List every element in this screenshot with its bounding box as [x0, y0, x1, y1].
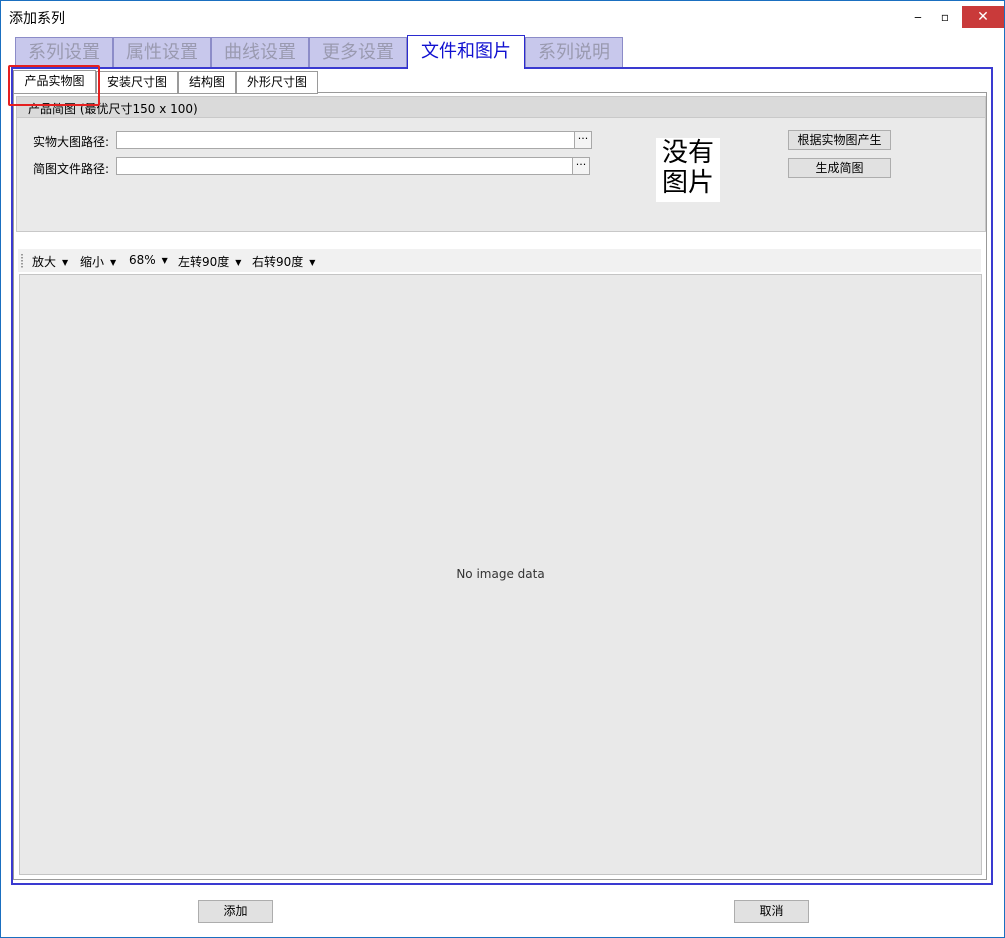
generate-from-photo-button[interactable]: 根据实物图产生 [788, 130, 891, 150]
toolbar-grip[interactable] [21, 254, 23, 268]
zoom-out-button[interactable]: 缩小 ▼ [80, 253, 116, 270]
maximize-icon[interactable]: ▫ [925, 6, 965, 28]
chevron-down-icon[interactable]: ▼ [162, 256, 168, 265]
thumbnail-preview: 没有图片 [656, 138, 720, 202]
chevron-down-icon[interactable]: ▼ [110, 258, 116, 267]
tab-series-settings[interactable]: 系列设置 [15, 37, 113, 67]
thumbnail-group: 产品简图 (最优尺寸150 x 100) 实物大图路径: ··· 简图文件路径:… [16, 96, 986, 232]
chevron-down-icon[interactable]: ▼ [235, 258, 241, 267]
generate-thumbnail-button[interactable]: 生成简图 [788, 158, 891, 178]
thumb-path-browse-button[interactable]: ··· [572, 157, 590, 175]
tab-more-settings[interactable]: 更多设置 [309, 37, 407, 67]
tab-files-and-images[interactable]: 文件和图片 [407, 35, 525, 69]
thumb-path-input[interactable] [116, 157, 573, 175]
tab-structure-diagram[interactable]: 结构图 [178, 71, 236, 94]
rotate-right-label: 右转90度 [252, 255, 304, 269]
window-title: 添加系列 [9, 11, 65, 27]
viewer-empty-message: No image data [456, 567, 545, 581]
chevron-down-icon[interactable]: ▼ [309, 258, 315, 267]
viewer-toolbar: 放大 ▼ 缩小 ▼ 68% ▼ 左转90度 ▼ 右转90度 ▼ [18, 249, 981, 272]
tab-product-photo[interactable]: 产品实物图 [13, 70, 96, 94]
tab-installation-dimensions[interactable]: 安装尺寸图 [96, 71, 178, 94]
photo-path-input[interactable] [116, 131, 575, 149]
zoom-level-value: 68% [129, 253, 156, 267]
tab-curve-settings[interactable]: 曲线设置 [211, 37, 309, 67]
add-button[interactable]: 添加 [198, 900, 273, 923]
chevron-down-icon[interactable]: ▼ [62, 258, 68, 267]
rotate-left-label: 左转90度 [178, 255, 230, 269]
zoom-in-label: 放大 [32, 255, 57, 269]
zoom-in-button[interactable]: 放大 ▼ [32, 253, 68, 270]
photo-path-browse-button[interactable]: ··· [574, 131, 592, 149]
thumb-path-label: 简图文件路径: [33, 162, 110, 176]
photo-path-label: 实物大图路径: [33, 135, 110, 149]
image-viewer[interactable]: No image data [19, 274, 982, 875]
rotate-left-button[interactable]: 左转90度 ▼ [178, 253, 241, 270]
cancel-button[interactable]: 取消 [734, 900, 809, 923]
group-header: 产品简图 (最优尺寸150 x 100) [17, 97, 985, 118]
tab-series-description[interactable]: 系列说明 [525, 37, 623, 67]
tab-outline-dimensions[interactable]: 外形尺寸图 [236, 71, 318, 94]
title-bar[interactable]: 添加系列 ‒ ▫ ✕ [1, 1, 1004, 33]
close-icon[interactable]: ✕ [962, 6, 1004, 28]
zoom-level-dropdown[interactable]: 68% ▼ [129, 253, 168, 267]
group-title: 产品简图 (最优尺寸150 x 100) [28, 102, 198, 116]
zoom-out-label: 缩小 [80, 255, 105, 269]
rotate-right-button[interactable]: 右转90度 ▼ [252, 253, 315, 270]
tab-attribute-settings[interactable]: 属性设置 [113, 37, 211, 67]
